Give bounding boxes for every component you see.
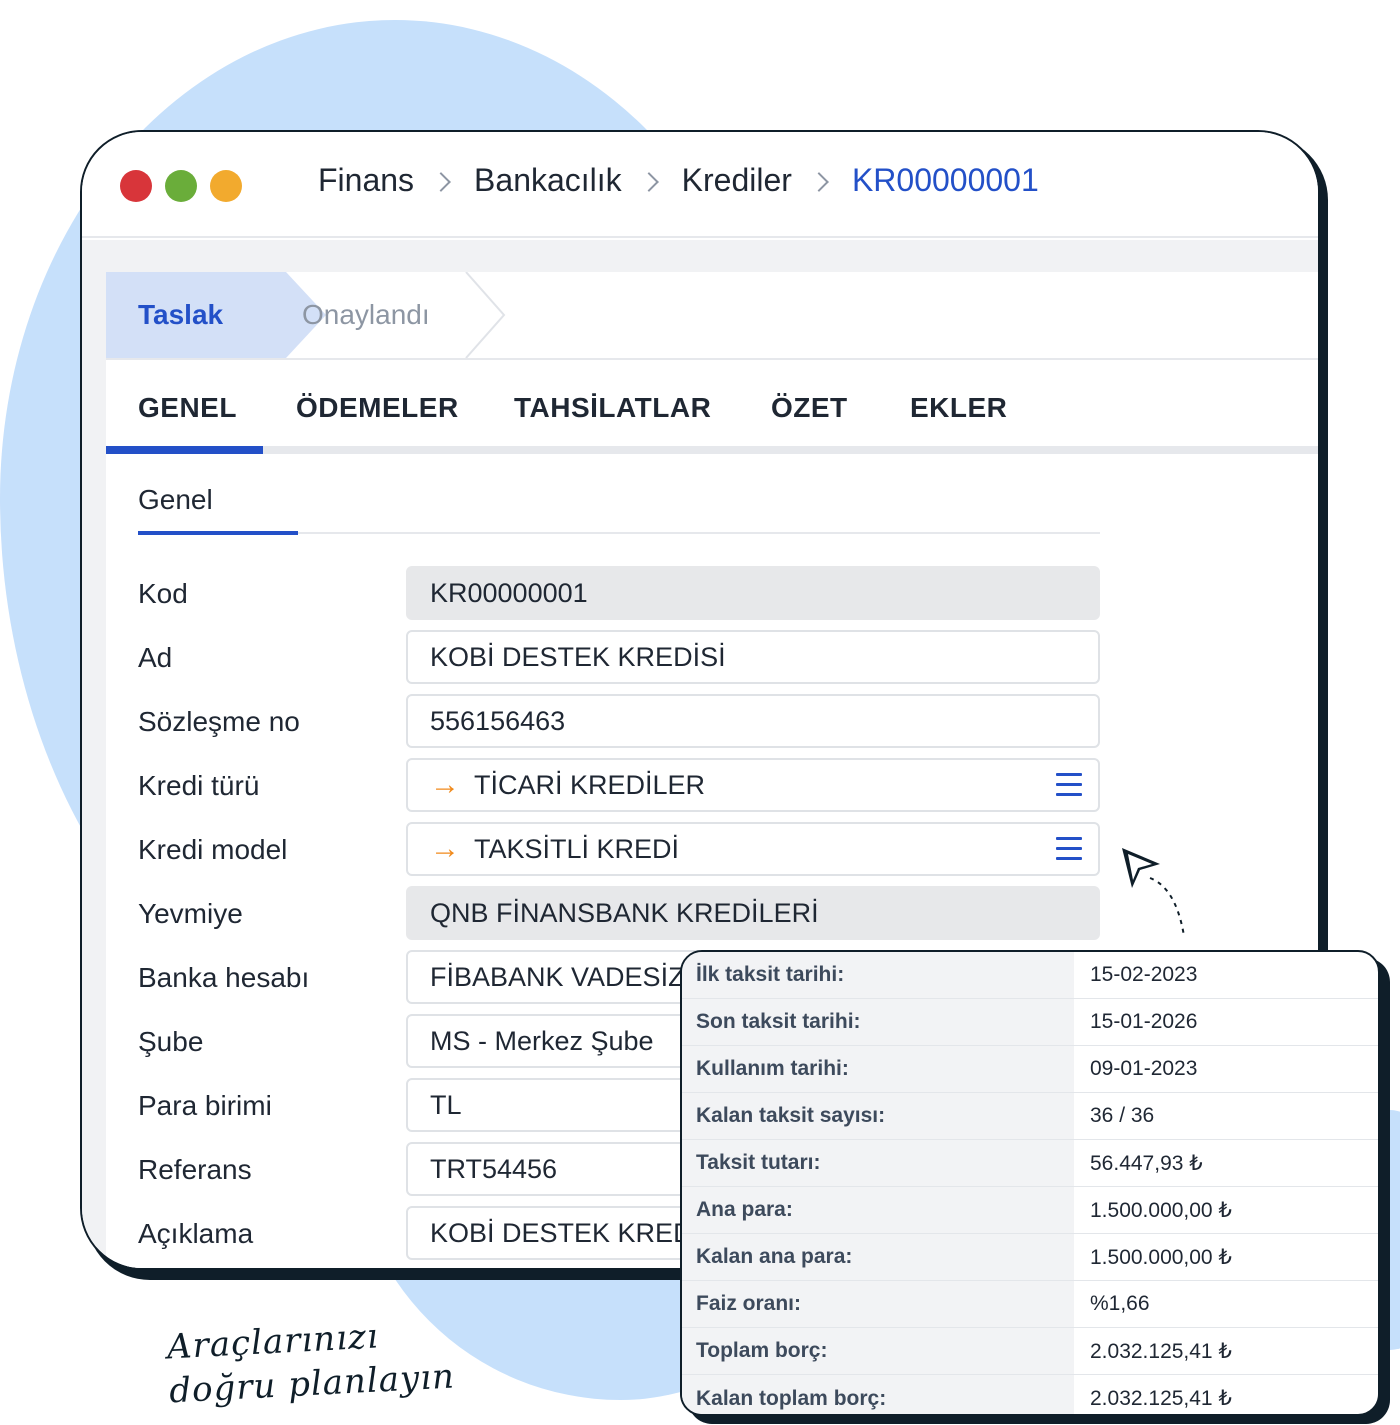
summary-value: 36 / 36 bbox=[1090, 1104, 1155, 1127]
active-tab-indicator bbox=[106, 446, 263, 454]
tab-ekler[interactable]: EKLER bbox=[910, 392, 1007, 424]
yevmiye-label: Yevmiye bbox=[138, 898, 243, 929]
arrow-right-icon[interactable]: → bbox=[430, 832, 460, 866]
form-row-ad: Ad KOBİ DESTEK KREDİSİ bbox=[138, 630, 1100, 684]
summary-value: 09-01-2023 bbox=[1090, 1057, 1198, 1080]
summary-row: Kullanım tarihi: 09-01-2023 bbox=[682, 1046, 1378, 1093]
summary-row: Ana para: 1.500.000,00 ₺ bbox=[682, 1187, 1378, 1234]
tab-genel[interactable]: GENEL bbox=[138, 392, 237, 424]
pointer-cursor-icon bbox=[1122, 848, 1185, 937]
breadcrumb-item-krediler[interactable]: Krediler bbox=[682, 162, 792, 199]
sozlesme-label: Sözleşme no bbox=[138, 706, 300, 737]
form-row-sozlesme: Sözleşme no 556156463 bbox=[138, 694, 1100, 748]
kredi-turu-select[interactable]: → TİCARİ KREDİLER bbox=[406, 758, 1100, 812]
ad-input[interactable]: KOBİ DESTEK KREDİSİ bbox=[406, 630, 1100, 684]
summary-value: 15-02-2023 bbox=[1090, 963, 1198, 986]
summary-row: Toplam borç: 2.032.125,41 ₺ bbox=[682, 1328, 1378, 1375]
status-bar: Taslak Onaylandı bbox=[106, 272, 1318, 360]
summary-row: İlk taksit tarihi: 15-02-2023 bbox=[682, 952, 1378, 999]
ad-label: Ad bbox=[138, 642, 173, 673]
sube-label: Şube bbox=[138, 1026, 204, 1057]
kredi-model-select[interactable]: → TAKSİTLİ KREDİ bbox=[406, 822, 1100, 876]
kredi-model-value: TAKSİTLİ KREDİ bbox=[474, 833, 680, 864]
aciklama-label: Açıklama bbox=[138, 1218, 254, 1249]
summary-label: Kullanım tarihi: bbox=[682, 1046, 1074, 1092]
sozlesme-input[interactable]: 556156463 bbox=[406, 694, 1100, 748]
minimize-window-button[interactable] bbox=[165, 170, 197, 202]
summary-value: 1.500.000,00 ₺ bbox=[1090, 1198, 1232, 1222]
summary-label: Faiz oranı: bbox=[682, 1281, 1074, 1327]
chevron-right-icon bbox=[638, 171, 659, 192]
chevron-right-icon bbox=[431, 171, 451, 192]
breadcrumb-item-finans[interactable]: Finans bbox=[318, 162, 414, 199]
form-row-kredi-turu: Kredi türü → TİCARİ KREDİLER bbox=[138, 758, 1100, 812]
summary-label: Kalan toplam borç: bbox=[682, 1375, 1074, 1414]
tab-tahsilatlar[interactable]: TAHSİLATLAR bbox=[514, 392, 711, 424]
hamburger-menu-icon[interactable] bbox=[1056, 773, 1082, 797]
summary-label: Kalan ana para: bbox=[682, 1234, 1074, 1280]
status-step-taslak[interactable]: Taslak bbox=[106, 272, 326, 358]
chevron-right-icon bbox=[809, 171, 829, 192]
summary-value: 15-01-2026 bbox=[1090, 1010, 1198, 1033]
summary-value: 2.032.125,41 ₺ bbox=[1090, 1387, 1232, 1410]
kod-field: KR00000001 bbox=[406, 566, 1100, 620]
summary-row: Kalan toplam borç: 2.032.125,41 ₺ bbox=[682, 1375, 1378, 1414]
status-step-onaylandi[interactable]: Onaylandı bbox=[302, 272, 430, 358]
breadcrumb-current: KR00000001 bbox=[851, 162, 1039, 198]
kod-label: Kod bbox=[138, 578, 188, 609]
hamburger-menu-icon[interactable] bbox=[1056, 837, 1082, 861]
summary-label: Son taksit tarihi: bbox=[682, 999, 1074, 1045]
form-row-kredi-model: Kredi model → TAKSİTLİ KREDİ bbox=[138, 822, 1100, 876]
breadcrumb: Finans Bankacılık Krediler KR00000001 bbox=[318, 162, 1039, 199]
summary-row: Kalan taksit sayısı: 36 / 36 bbox=[682, 1093, 1378, 1140]
yevmiye-field: QNB FİNANSBANK KREDİLERİ bbox=[406, 886, 1100, 940]
kredi-turu-label: Kredi türü bbox=[138, 770, 260, 801]
summary-label: İlk taksit tarihi: bbox=[682, 952, 1074, 998]
tab-bar: GENEL ÖDEMELER TAHSİLATLAR ÖZET EKLER bbox=[106, 362, 1318, 454]
status-chevron-icon bbox=[465, 272, 506, 358]
breadcrumb-item-bankacilik[interactable]: Bankacılık bbox=[474, 162, 622, 199]
tab-ozet[interactable]: ÖZET bbox=[771, 392, 848, 424]
kredi-model-label: Kredi model bbox=[138, 834, 288, 865]
maximize-window-button[interactable] bbox=[210, 170, 242, 202]
summary-value: 2.032.125,41 ₺ bbox=[1090, 1339, 1232, 1363]
summary-value: 1.500.000,00 ₺ bbox=[1090, 1245, 1232, 1269]
summary-row: Taksit tutarı: 56.447,93 ₺ bbox=[682, 1140, 1378, 1187]
tab-odemeler[interactable]: ÖDEMELER bbox=[296, 392, 459, 424]
section-title: Genel bbox=[138, 484, 213, 515]
close-window-button[interactable] bbox=[120, 170, 152, 202]
form-row-kod: Kod KR00000001 bbox=[138, 566, 1100, 620]
summary-label: Kalan taksit sayısı: bbox=[682, 1093, 1074, 1139]
arrow-right-icon[interactable]: → bbox=[430, 768, 460, 802]
summary-row: Son taksit tarihi: 15-01-2026 bbox=[682, 999, 1378, 1046]
summary-value: 56.447,93 ₺ bbox=[1090, 1151, 1203, 1175]
summary-row: Kalan ana para: 1.500.000,00 ₺ bbox=[682, 1234, 1378, 1281]
title-bar: Finans Bankacılık Krediler KR00000001 bbox=[82, 132, 1318, 238]
summary-label: Toplam borç: bbox=[682, 1328, 1074, 1374]
banka-label: Banka hesabı bbox=[138, 962, 310, 993]
section-indicator bbox=[138, 531, 298, 535]
summary-card: İlk taksit tarihi: 15-02-2023 Son taksit… bbox=[680, 950, 1380, 1416]
referans-label: Referans bbox=[138, 1154, 252, 1185]
para-label: Para birimi bbox=[138, 1090, 272, 1121]
summary-label: Taksit tutarı: bbox=[682, 1140, 1074, 1186]
summary-label: Ana para: bbox=[682, 1187, 1074, 1233]
summary-row: Faiz oranı: %1,66 bbox=[682, 1281, 1378, 1328]
summary-value: %1,66 bbox=[1090, 1292, 1150, 1315]
slogan-text: Araçlarınızı doğru planlayın bbox=[166, 1311, 456, 1414]
form-row-yevmiye: Yevmiye QNB FİNANSBANK KREDİLERİ bbox=[138, 886, 1100, 940]
kredi-turu-value: TİCARİ KREDİLER bbox=[474, 769, 706, 800]
